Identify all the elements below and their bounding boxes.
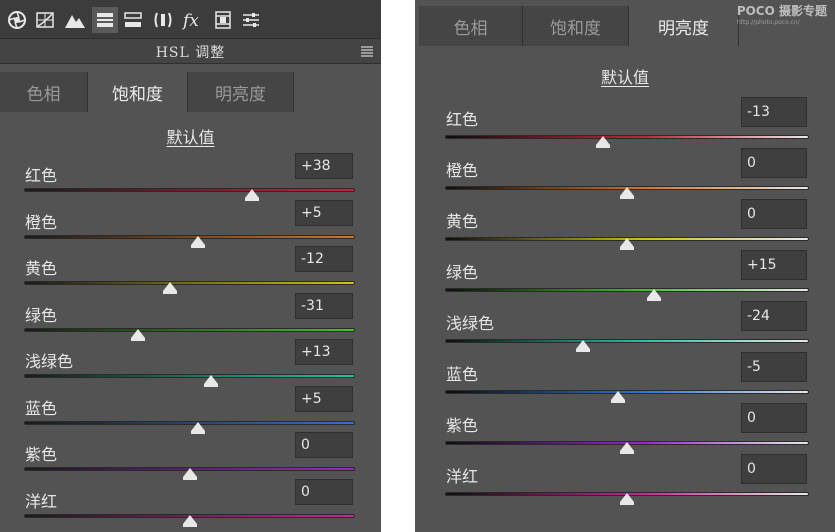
logo-text: POCO 摄影专题 — [736, 4, 827, 18]
slider-thumb-green[interactable] — [131, 328, 146, 341]
slider-label-red: 红色 — [25, 166, 58, 185]
slider-label-green: 绿色 — [446, 263, 479, 282]
value-input-green[interactable]: +15 — [741, 250, 807, 280]
value-input-yellow[interactable]: 0 — [741, 199, 807, 229]
split-tone-icon[interactable] — [120, 7, 146, 33]
value-input-purple[interactable]: 0 — [295, 432, 353, 458]
slider-thumb-yellow[interactable] — [620, 238, 634, 250]
default-button[interactable]: 默认值 — [415, 64, 835, 88]
value-input-red[interactable]: -13 — [741, 97, 807, 127]
slider-label-yellow: 黄色 — [25, 259, 58, 278]
value-input-orange[interactable]: +5 — [295, 199, 353, 226]
value-input-aqua[interactable]: +13 — [295, 339, 353, 365]
tab-luminance[interactable]: 明亮度 — [629, 6, 739, 46]
value-input-purple[interactable]: 0 — [741, 403, 807, 433]
slider-label-blue: 蓝色 — [25, 398, 58, 418]
fx-icon[interactable]: fx — [180, 7, 206, 33]
value-input-yellow[interactable]: -12 — [295, 246, 353, 272]
hsl-panel-saturation: fx HSL 调整 色相 饱和度 明亮度 默认值 红色 +38 橙色 +5 黄色 -12 绿… — [0, 0, 381, 532]
panel-title: HSL 调整 — [155, 45, 226, 61]
hsl-panel-luminance: 色相 饱和度 明亮度 POCO 摄影专题 http://photo.poco.c… — [415, 0, 835, 532]
slider-thumb-red[interactable] — [245, 189, 260, 201]
slider-label-orange: 橙色 — [446, 161, 479, 180]
slider-track-blue[interactable] — [445, 390, 809, 394]
slider-label-green: 绿色 — [25, 305, 58, 325]
mountain-icon[interactable] — [62, 7, 88, 33]
slider-track-orange[interactable] — [24, 234, 355, 239]
slider-thumb-yellow[interactable] — [162, 282, 177, 294]
default-button[interactable]: 默认值 — [0, 124, 381, 148]
value-input-blue[interactable]: +5 — [295, 385, 353, 412]
slider-track-green[interactable] — [445, 288, 809, 292]
slider-thumb-orange[interactable] — [190, 235, 205, 248]
slider-label-aqua: 浅绿色 — [446, 314, 495, 333]
value-input-orange[interactable]: 0 — [741, 148, 807, 178]
tab-luminance[interactable]: 明亮度 — [188, 72, 294, 112]
value-input-blue[interactable]: -5 — [741, 352, 807, 382]
slider-label-orange: 橙色 — [25, 212, 58, 232]
value-input-red[interactable]: +38 — [295, 153, 353, 179]
slider-thumb-red[interactable] — [596, 136, 611, 148]
svg-text:fx: fx — [182, 11, 199, 30]
slider-label-magenta: 洋红 — [446, 467, 479, 486]
slider-thumb-aqua[interactable] — [204, 375, 218, 387]
slider-label-blue: 蓝色 — [446, 365, 479, 384]
tab-saturation[interactable]: 饱和度 — [88, 72, 188, 112]
slider-track-green[interactable] — [24, 327, 355, 332]
tab-hue[interactable]: 色相 — [0, 72, 88, 112]
lens-icon[interactable] — [150, 7, 176, 33]
slider-label-magenta: 洋红 — [25, 491, 58, 511]
slider-thumb-blue[interactable] — [190, 421, 205, 434]
slider-track-red[interactable] — [445, 135, 809, 139]
value-input-aqua[interactable]: -24 — [741, 301, 807, 331]
slider-track-aqua[interactable] — [24, 374, 355, 378]
slider-label-yellow: 黄色 — [446, 212, 479, 231]
presets-icon[interactable] — [238, 7, 264, 33]
camera-calibration-icon[interactable] — [210, 7, 236, 33]
value-input-magenta[interactable]: 0 — [295, 478, 353, 505]
slider-thumb-orange[interactable] — [620, 187, 634, 199]
slider-thumb-blue[interactable] — [610, 391, 625, 403]
tab-hue[interactable]: 色相 — [419, 6, 523, 46]
slider-thumb-purple[interactable] — [620, 442, 634, 454]
value-input-magenta[interactable]: 0 — [741, 454, 807, 484]
slider-track-blue[interactable] — [24, 420, 355, 425]
slider-thumb-magenta[interactable] — [620, 493, 634, 505]
slider-thumb-green[interactable] — [647, 289, 662, 301]
slider-track-red[interactable] — [24, 188, 355, 192]
aperture-icon[interactable] — [4, 7, 30, 33]
slider-label-aqua: 浅绿色 — [25, 352, 74, 371]
panel-title-bar: HSL 调整 — [0, 38, 381, 64]
poco-logo: POCO 摄影专题 http://photo.poco.cn/ — [736, 4, 827, 28]
hsl-icon[interactable] — [92, 7, 118, 33]
tab-saturation[interactable]: 饱和度 — [523, 6, 629, 46]
slider-thumb-aqua[interactable] — [576, 340, 591, 352]
grid-curve-icon[interactable] — [32, 7, 58, 33]
hsl-tabs: 色相 饱和度 明亮度 — [0, 72, 381, 112]
panel-menu-icon[interactable] — [361, 45, 373, 57]
slider-track-yellow[interactable] — [24, 281, 355, 285]
slider-label-red: 红色 — [446, 110, 479, 129]
slider-label-purple: 紫色 — [446, 416, 479, 435]
slider-thumb-purple[interactable] — [182, 468, 197, 480]
slider-track-aqua[interactable] — [445, 339, 809, 343]
slider-label-purple: 紫色 — [25, 445, 58, 464]
value-input-green[interactable]: -31 — [295, 292, 353, 319]
panel-toolbar: fx — [0, 0, 381, 38]
slider-thumb-magenta[interactable] — [182, 514, 197, 527]
logo-url: http://photo.poco.cn/ — [736, 19, 800, 26]
